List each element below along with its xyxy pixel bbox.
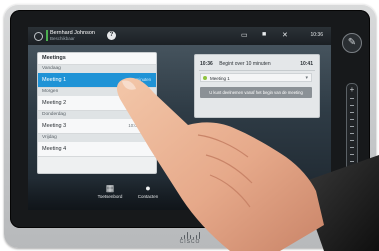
power-icon[interactable] [34, 32, 43, 41]
start-time: 10:36 [200, 61, 213, 67]
camera-icon[interactable]: ■ [262, 31, 266, 38]
user-status[interactable]: Bernhard Johnson Beschikbaar [46, 30, 95, 42]
meeting-name: Meeting 3 [42, 123, 67, 129]
pointing-hand-icon [116, 77, 379, 251]
divider [199, 70, 315, 71]
mute-microphone-icon[interactable]: ✎ [342, 33, 362, 53]
help-button[interactable]: ? [107, 31, 116, 40]
clock: 10:36 [310, 32, 323, 38]
do-not-disturb-icon[interactable]: ✕ [282, 31, 288, 39]
detail-header: 10:36 Begint over 10 minuten [200, 61, 271, 67]
meeting-name: Meeting 2 [42, 100, 67, 106]
meeting-name: Meeting 4 [42, 146, 67, 152]
status-bar: Bernhard Johnson Beschikbaar ? ▭ ■ ✕ 10:… [28, 27, 331, 45]
group-label: Vandaag [38, 65, 156, 73]
meeting-name: Meeting 1 [42, 77, 67, 83]
begin-text: Begint over 10 minuten [219, 61, 271, 67]
end-time: 10:41 [300, 61, 313, 67]
meetings-title: Meetings [38, 53, 156, 65]
user-availability: Beschikbaar [50, 36, 75, 41]
presentation-icon[interactable]: ▭ [241, 31, 248, 39]
